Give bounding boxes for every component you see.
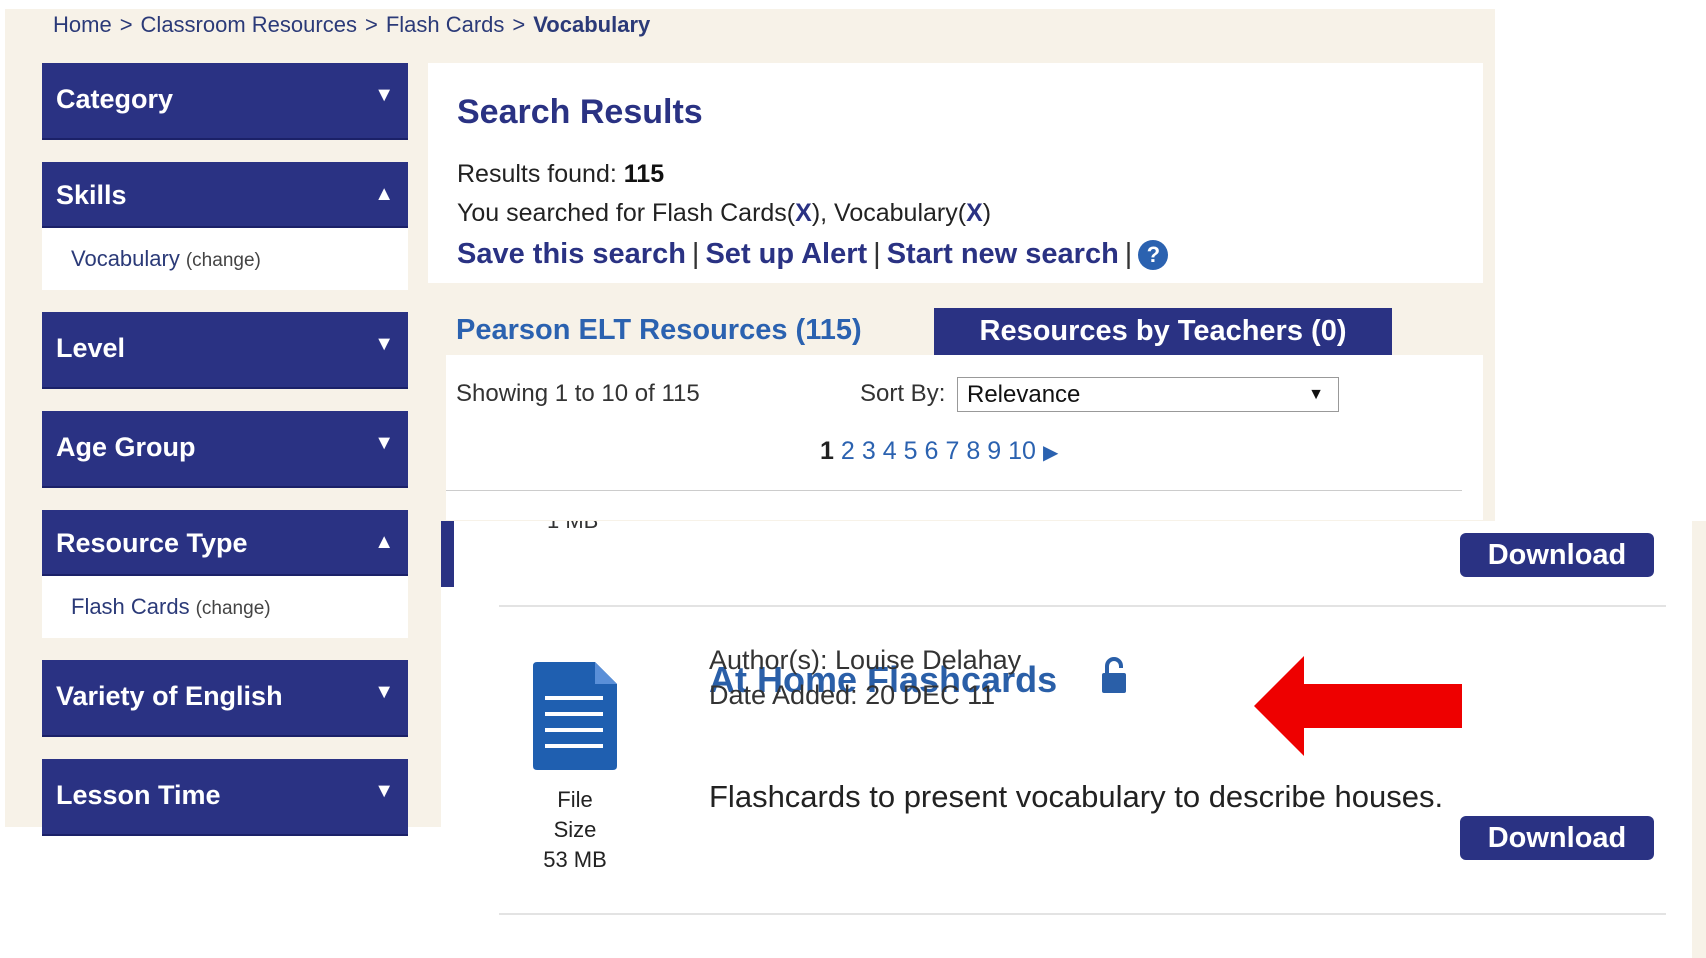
facet-level-header[interactable]: Level ▼: [42, 312, 408, 389]
search-terms: You searched for Flash Cards(X), Vocabul…: [457, 199, 991, 228]
results-count-label: Results found:: [457, 160, 617, 188]
facet-change-link[interactable]: (change): [196, 598, 271, 619]
facet-resource-type-selection: Flash Cards (change): [42, 576, 408, 638]
chevron-down-icon: ▼: [374, 333, 394, 355]
result-divider: [499, 913, 1666, 915]
page-current: 1: [820, 437, 834, 465]
next-arrow-icon[interactable]: ▶: [1043, 442, 1058, 464]
chevron-up-icon: ▲: [374, 183, 394, 205]
results-count: Results found: 115: [457, 160, 664, 189]
facet-label: Level: [56, 333, 126, 363]
new-search-link[interactable]: Start new search: [887, 238, 1119, 270]
facet-lesson-time: Lesson Time ▼: [42, 759, 408, 836]
facet-category-header[interactable]: Category ▼: [42, 63, 408, 140]
facet-level: Level ▼: [42, 312, 408, 389]
facet-label: Skills: [56, 180, 127, 210]
facet-resource-type-header[interactable]: Resource Type ▲: [42, 510, 408, 576]
filter-sidebar: Category ▼ Skills ▲ Vocabulary (change) L…: [42, 63, 408, 858]
resource-description: Flashcards to present vocabulary to desc…: [709, 779, 1444, 814]
results-count-value: 115: [623, 160, 665, 188]
search-actions: Save this search | Set up Alert | Start new …: [457, 238, 1169, 271]
set-alert-link[interactable]: Set up Alert: [705, 238, 867, 270]
download-button[interactable]: Download: [1460, 816, 1654, 860]
breadcrumb-separator: >: [364, 12, 378, 37]
chevron-down-icon: ▼: [374, 84, 394, 106]
facet-selected-value[interactable]: Flash Cards: [71, 594, 190, 619]
resource-author: Author(s): Louise Delahay: [709, 645, 1022, 675]
file-size-info: File Size 53 MB: [533, 785, 617, 875]
resource-date: Date Added: 20 DEC 11: [709, 680, 996, 710]
cutoff-file-size: 1 MB: [547, 521, 607, 551]
breadcrumb-flash-cards[interactable]: Flash Cards: [386, 12, 505, 37]
sort-selected-value: Relevance: [967, 381, 1081, 408]
breadcrumb-separator: >: [119, 12, 133, 37]
file-size-label: File Size: [553, 787, 597, 842]
page-edge-decoration: [1692, 521, 1706, 958]
chevron-down-icon: ▼: [1308, 386, 1324, 403]
facet-age-group-header[interactable]: Age Group ▼: [42, 411, 408, 488]
remove-vocabulary-button[interactable]: X: [966, 199, 983, 227]
page-link[interactable]: 9: [987, 437, 1001, 465]
page-link[interactable]: 10: [1008, 437, 1036, 465]
page-link[interactable]: 2: [841, 437, 855, 465]
page-title: Search Results: [457, 93, 703, 131]
facet-label: Category: [56, 84, 174, 114]
facet-lesson-time-header[interactable]: Lesson Time ▼: [42, 759, 408, 836]
results-tabs: Pearson ELT Resources (115) Resources by…: [428, 308, 1483, 358]
file-size-value: 53 MB: [543, 847, 607, 872]
facet-selected-value[interactable]: Vocabulary: [71, 246, 180, 271]
search-terms-text: ): [982, 199, 992, 227]
tab-pearson-resources[interactable]: Pearson ELT Resources (115): [456, 314, 862, 347]
facet-age-group: Age Group ▼: [42, 411, 408, 488]
red-arrow-annotation: [1254, 656, 1462, 756]
chevron-down-icon: ▼: [374, 432, 394, 454]
breadcrumb-classroom-resources[interactable]: Classroom Resources: [141, 12, 357, 37]
facet-skills-selection: Vocabulary (change): [42, 228, 408, 290]
breadcrumb-separator: >: [512, 12, 526, 37]
sort-select[interactable]: Relevance ▼: [957, 377, 1339, 412]
facet-category: Category ▼: [42, 63, 408, 140]
facet-label: Age Group: [56, 432, 196, 462]
result-divider: [499, 605, 1666, 607]
tab-edge-decoration: [441, 521, 454, 587]
page-link[interactable]: 7: [945, 437, 959, 465]
breadcrumb-home[interactable]: Home: [53, 12, 112, 37]
document-icon: [533, 662, 617, 770]
chevron-down-icon: ▼: [374, 780, 394, 802]
page-link[interactable]: 3: [862, 437, 876, 465]
breadcrumb: Home > Classroom Resources > Flash Cards > Voc…: [53, 12, 658, 38]
facet-variety-of-english: Variety of English ▼: [42, 660, 408, 737]
chevron-up-icon: ▲: [374, 531, 394, 553]
unlock-icon[interactable]: [1101, 657, 1127, 695]
page-link[interactable]: 4: [883, 437, 897, 465]
download-button[interactable]: Download: [1460, 533, 1654, 577]
showing-range: Showing 1 to 10 of 115: [456, 380, 700, 407]
facet-label: Resource Type: [56, 528, 248, 558]
tab-teacher-resources[interactable]: Resources by Teachers (0): [934, 308, 1392, 355]
page-link[interactable]: 8: [966, 437, 980, 465]
separator: |: [873, 238, 881, 270]
facet-resource-type: Resource Type ▲ Flash Cards (change): [42, 510, 408, 638]
facet-variety-header[interactable]: Variety of English ▼: [42, 660, 408, 737]
facet-skills-header[interactable]: Skills ▲: [42, 162, 408, 228]
facet-change-link[interactable]: (change): [186, 250, 261, 271]
page-link[interactable]: 5: [904, 437, 918, 465]
chevron-down-icon: ▼: [374, 681, 394, 703]
breadcrumb-current: Vocabulary: [533, 12, 651, 37]
pagination: 1 2 3 4 5 6 7 8 9 10 ▶: [820, 437, 1065, 466]
remove-flash-cards-button[interactable]: X: [795, 199, 812, 227]
search-terms-text: You searched for Flash Cards(: [457, 199, 796, 227]
separator: |: [691, 238, 700, 270]
divider: [446, 490, 1462, 491]
facet-label: Lesson Time: [56, 780, 221, 810]
separator: |: [1124, 238, 1133, 270]
sort-label: Sort By:: [860, 380, 946, 407]
facet-skills: Skills ▲ Vocabulary (change): [42, 162, 408, 290]
help-icon[interactable]: ?: [1138, 240, 1169, 271]
save-search-link[interactable]: Save this search: [457, 238, 686, 270]
facet-label: Variety of English: [56, 681, 283, 711]
search-terms-text: ), Vocabulary(: [811, 199, 967, 227]
zoomed-result-panel: 1 MB Download File Size 53 MB At Home Fl…: [441, 521, 1706, 958]
page-link[interactable]: 6: [925, 437, 939, 465]
